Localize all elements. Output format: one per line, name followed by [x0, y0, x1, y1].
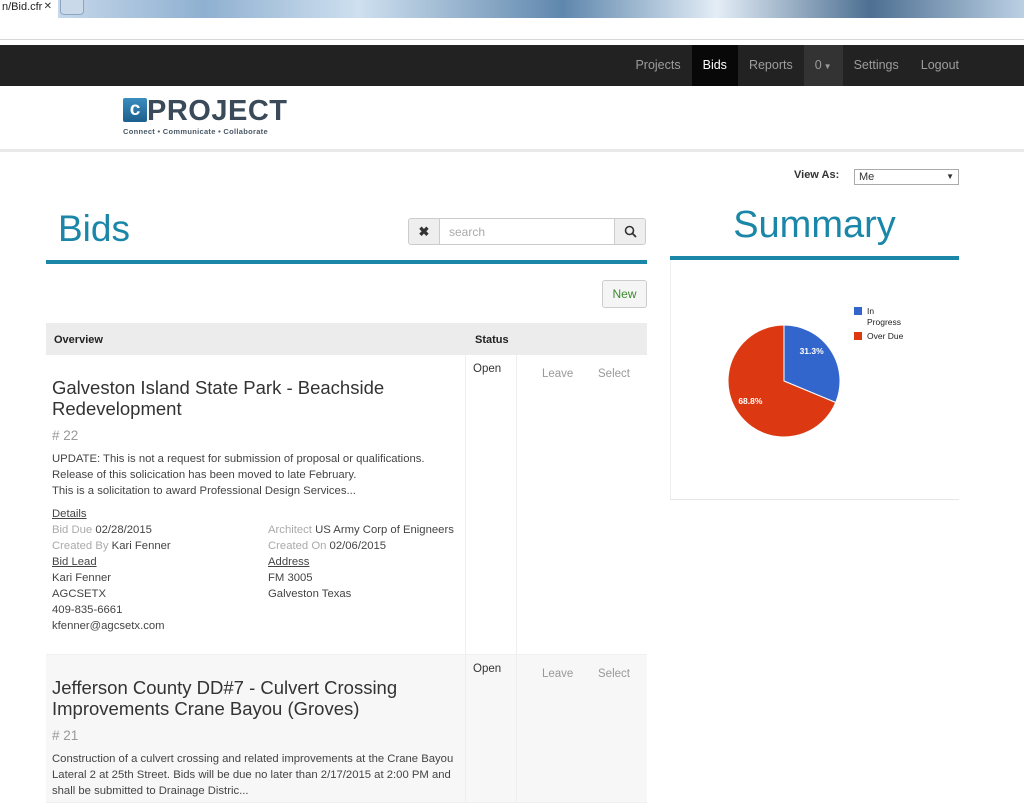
select-button[interactable]: Select: [598, 668, 630, 680]
tab-title: n/Bid.cfr: [2, 1, 43, 13]
bid-contacts: Bid Lead Kari Fenner AGCSETX 409-835-666…: [52, 554, 459, 644]
pie-data-label: 31.3%: [800, 346, 825, 356]
nav-reports[interactable]: Reports: [738, 45, 804, 86]
table-row: Jefferson County DD#7 - Culvert Crossing…: [46, 655, 647, 803]
bid-lead-phone: 409-835-6661: [52, 604, 123, 616]
bid-address: Address FM 3005 Galveston Texas: [268, 554, 351, 602]
summary-heading: Summary: [733, 204, 896, 246]
created-on-label: Created On: [268, 540, 327, 552]
bids-divider: [46, 260, 647, 264]
pie-chart: 31.3% 68.8%: [727, 324, 841, 438]
nav-projects[interactable]: Projects: [624, 45, 691, 86]
column-header-overview: Overview: [54, 334, 103, 346]
new-tab-button[interactable]: [60, 0, 84, 15]
bids-heading: Bids: [58, 208, 130, 249]
legend-item[interactable]: In Progress: [854, 306, 907, 328]
search-input[interactable]: [440, 218, 614, 245]
description-line: Construction of a culvert crossing and r…: [52, 753, 454, 765]
bid-description: Construction of a culvert crossing and r…: [52, 751, 459, 799]
view-as-label: View As:: [794, 169, 840, 181]
search-group: ✖: [408, 218, 646, 245]
architect-label: Architect: [268, 524, 312, 536]
bid-title[interactable]: Galveston Island State Park - Beachside …: [52, 377, 459, 419]
address-line: Galveston Texas: [268, 588, 352, 600]
address-heading: Address: [268, 556, 310, 568]
bids-table: Overview Status Galveston Island State P…: [46, 323, 647, 803]
address-bar[interactable]: [0, 18, 1024, 40]
pie-data-label: 68.8%: [738, 396, 763, 406]
cproject-logo[interactable]: c PROJECT Connect • Communicate • Collabo…: [123, 95, 288, 136]
bid-overview: Galveston Island State Park - Beachside …: [46, 355, 465, 654]
legend-label: In Progress: [867, 306, 902, 327]
logo-text: PROJECT: [147, 95, 288, 127]
bid-actions: Leave Select: [518, 355, 647, 654]
logo-tagline: Connect • Communicate • Collaborate: [123, 127, 268, 136]
description-line: Release of this solicication has been mo…: [52, 469, 357, 481]
top-navbar: Projects Bids Reports 0 ▼ Settings Logout: [0, 45, 1024, 86]
table-header: Overview Status: [46, 323, 647, 355]
browser-chrome: n/Bid.cfr ✕: [0, 0, 1024, 44]
bid-due-value: 02/28/2015: [95, 524, 152, 536]
architect-value: US Army Corp of Enigneers: [315, 524, 454, 536]
view-as-value: Me: [859, 171, 875, 183]
description-line: UPDATE: This is not a request for submis…: [52, 453, 425, 465]
table-row: Galveston Island State Park - Beachside …: [46, 355, 647, 655]
caret-down-icon: ▼: [823, 62, 832, 71]
clear-search-button[interactable]: ✖: [408, 218, 440, 245]
address-line: FM 3005: [268, 572, 313, 584]
created-by-value: Kari Fenner: [111, 540, 171, 552]
view-as-select[interactable]: Me ▼: [854, 169, 959, 185]
legend-item[interactable]: Over Due: [854, 331, 907, 342]
bid-lead-name: Kari Fenner: [52, 572, 112, 584]
leave-button[interactable]: Leave: [542, 368, 573, 380]
nav-settings[interactable]: Settings: [843, 45, 910, 86]
nav-logout[interactable]: Logout: [910, 45, 970, 86]
description-line: This is a solicitation to award Professi…: [52, 485, 356, 497]
chart-legend: In Progress Over Due: [854, 306, 907, 345]
created-by-label: Created By: [52, 540, 109, 552]
dropdown-arrow-icon: ▼: [946, 172, 954, 181]
bid-number: # 22: [52, 428, 79, 443]
created-on-value: 02/06/2015: [329, 540, 387, 552]
new-bid-button[interactable]: New: [602, 280, 647, 308]
select-button[interactable]: Select: [598, 368, 630, 380]
brand-header: c PROJECT Connect • Communicate • Collabo…: [0, 86, 1024, 152]
bid-actions: Leave Select: [518, 655, 647, 802]
bid-lead: Bid Lead Kari Fenner AGCSETX 409-835-666…: [52, 554, 165, 634]
bid-overview: Jefferson County DD#7 - Culvert Crossing…: [46, 655, 465, 802]
browser-tab[interactable]: n/Bid.cfr ✕: [0, 0, 58, 18]
description-line: Lateral 2 at 25th Street. Bids will be d…: [52, 769, 451, 781]
nav-bids[interactable]: Bids: [691, 45, 738, 86]
leave-button[interactable]: Leave: [542, 668, 573, 680]
bid-status: Open: [465, 355, 517, 654]
nav-menu: Projects Bids Reports 0 ▼ Settings Logout: [624, 45, 970, 86]
tab-strip: n/Bid.cfr ✕: [0, 0, 1024, 18]
details-heading: Details: [52, 508, 87, 520]
search-icon: [624, 225, 637, 238]
legend-swatch: [854, 332, 862, 340]
bid-lead-email: kfenner@agcsetx.com: [52, 620, 165, 632]
bid-lead-company: AGCSETX: [52, 588, 106, 600]
bid-status: Open: [465, 655, 517, 802]
summary-chart-panel: 31.3% 68.8% In Progress Over Due: [670, 260, 959, 500]
bid-title[interactable]: Jefferson County DD#7 - Culvert Crossing…: [52, 677, 459, 719]
bid-lead-heading: Bid Lead: [52, 556, 97, 568]
bid-details: Details Bid Due 02/28/2015 Created By Ka…: [52, 506, 459, 552]
bid-description: UPDATE: This is not a request for submis…: [52, 451, 459, 499]
bid-number: # 21: [52, 728, 79, 743]
search-button[interactable]: [614, 218, 646, 245]
close-icon: ✖: [418, 224, 430, 239]
description-line: shall be submitted to Drainage Distric..…: [52, 785, 249, 797]
logo-c-icon: c: [123, 98, 147, 122]
column-header-status: Status: [475, 334, 509, 346]
legend-swatch: [854, 307, 862, 315]
close-tab-icon[interactable]: ✕: [44, 0, 52, 14]
nav-notifications-dropdown[interactable]: 0 ▼: [803, 45, 843, 86]
bid-due-label: Bid Due: [52, 524, 93, 536]
notification-count: 0: [814, 58, 822, 72]
legend-label: Over Due: [867, 331, 904, 341]
